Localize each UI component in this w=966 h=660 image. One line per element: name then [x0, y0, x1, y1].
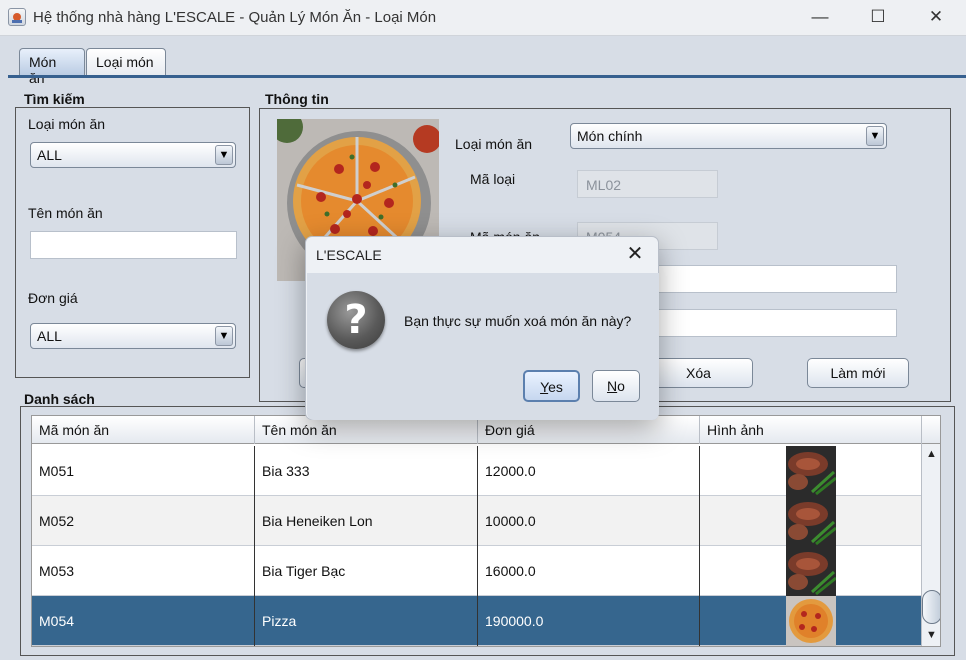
search-name-input[interactable] [30, 231, 237, 259]
confirm-dialog: L'ESCALE ✕ ? Bạn thực sự muốn xoá món ăn… [305, 236, 659, 420]
yes-label-rest: es [548, 379, 563, 395]
code-type-field: ML02 [577, 170, 718, 198]
list-group-title: Danh sách [24, 391, 95, 407]
chevron-down-icon[interactable]: ▼ [215, 326, 233, 346]
info-category-select[interactable]: Món chính ▼ [570, 123, 887, 149]
scroll-down-icon[interactable]: ▼ [924, 628, 939, 643]
cell-price: 12000.0 [478, 446, 700, 496]
title-bar: Hệ thống nhà hàng L'ESCALE - Quản Lý Món… [0, 0, 966, 36]
cell-price: 16000.0 [478, 546, 700, 596]
column-header-code[interactable]: Mã món ăn [32, 416, 255, 444]
cell-code: M053 [32, 546, 255, 596]
cell-code: M052 [32, 496, 255, 546]
cell-name: Bia Heneiken Lon [255, 496, 478, 546]
dialog-close-icon[interactable]: ✕ [620, 241, 650, 267]
column-header-price[interactable]: Đơn giá [478, 416, 700, 444]
search-category-select[interactable]: ALL ▼ [30, 142, 236, 168]
tab-loai-mon[interactable]: Loại món [86, 48, 166, 76]
cell-name: Bia Tiger Bạc [255, 546, 478, 596]
no-button[interactable]: No [592, 370, 640, 402]
info-category-label: Loại món ăn [455, 136, 533, 152]
search-price-value: ALL [37, 328, 62, 344]
info-category-value: Món chính [577, 128, 643, 144]
question-icon: ? [327, 291, 385, 349]
tab-mon-an[interactable]: Món ăn [19, 48, 85, 86]
code-type-label: Mã loại [470, 171, 516, 187]
table-row[interactable]: M052 Bia Heneiken Lon 10000.0 [32, 496, 921, 546]
cell-name: Pizza [255, 596, 478, 646]
search-price-label: Đơn giá [28, 290, 78, 306]
no-label-rest: o [617, 378, 625, 394]
search-name-label: Tên món ăn [28, 205, 103, 221]
cell-price: 10000.0 [478, 496, 700, 546]
yes-button[interactable]: Yes [523, 370, 580, 402]
window-title: Hệ thống nhà hàng L'ESCALE - Quản Lý Món… [33, 9, 437, 26]
chevron-down-icon[interactable]: ▼ [866, 126, 884, 146]
scroll-up-icon[interactable]: ▲ [924, 447, 939, 462]
table-row[interactable]: M051 Bia 333 12000.0 [32, 446, 921, 496]
steak-thumbnail [786, 546, 836, 596]
refresh-button[interactable]: Làm mới [807, 358, 909, 388]
column-header-image[interactable]: Hình ảnh [700, 416, 922, 444]
no-mnemonic: N [607, 378, 618, 394]
steak-thumbnail [786, 446, 836, 496]
cell-code: M054 [32, 596, 255, 646]
chevron-down-icon[interactable]: ▼ [215, 145, 233, 165]
minimize-button[interactable]: — [790, 0, 850, 36]
yes-mnemonic: Y [540, 379, 549, 395]
search-category-label: Loại món ăn [28, 116, 106, 132]
search-group-title: Tìm kiếm [24, 91, 85, 107]
dialog-message: Bạn thực sự muốn xoá món ăn này? [404, 313, 632, 329]
search-category-value: ALL [37, 147, 62, 163]
column-header-name[interactable]: Tên món ăn [255, 416, 478, 444]
cell-price: 190000.0 [478, 596, 700, 646]
close-window-button[interactable]: ✕ [906, 0, 966, 36]
scrollbar-thumb[interactable] [922, 590, 940, 624]
pizza-thumbnail [786, 596, 836, 646]
table-row[interactable]: M053 Bia Tiger Bạc 16000.0 [32, 546, 921, 596]
cell-code: M051 [32, 446, 255, 496]
tab-divider [8, 75, 966, 78]
maximize-button[interactable]: ☐ [848, 0, 908, 36]
steak-thumbnail [786, 496, 836, 546]
info-group-title: Thông tin [265, 91, 329, 107]
table-row-selected[interactable]: M054 Pizza 190000.0 [32, 596, 921, 646]
table-scrollbar[interactable]: ▲ ▼ [921, 444, 940, 646]
table-header: Mã món ăn Tên món ăn Đơn giá Hình ảnh [32, 416, 940, 444]
dialog-title: L'ESCALE [316, 247, 382, 263]
dish-table: Mã món ăn Tên món ăn Đơn giá Hình ảnh M0… [31, 415, 941, 647]
dialog-body: ? Bạn thực sự muốn xoá món ăn này? Yes N… [307, 273, 659, 420]
delete-button[interactable]: Xóa [644, 358, 753, 388]
cell-name: Bia 333 [255, 446, 478, 496]
java-app-icon [8, 8, 26, 26]
search-price-select[interactable]: ALL ▼ [30, 323, 236, 349]
